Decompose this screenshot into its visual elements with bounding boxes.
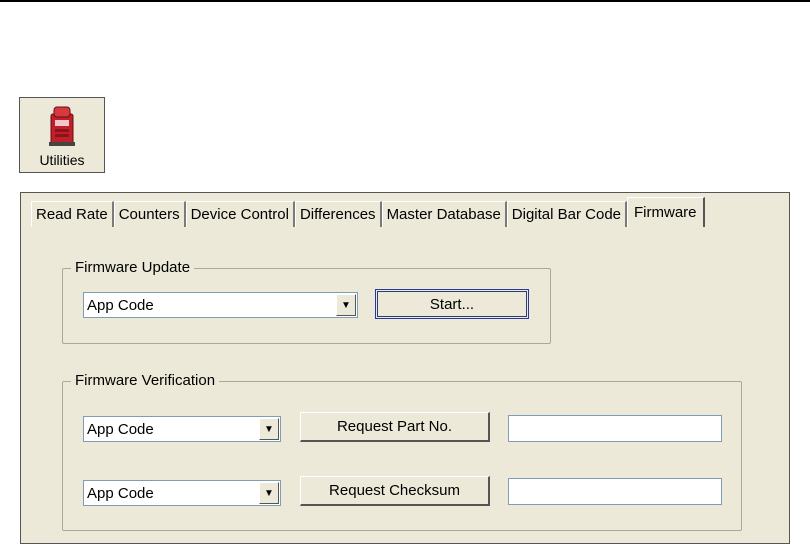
- firmware-verification-group: Firmware Verification: [62, 372, 742, 531]
- checksum-combo[interactable]: App Code ▼: [83, 480, 281, 506]
- tab-counters[interactable]: Counters: [113, 201, 186, 227]
- firmware-verification-title: Firmware Verification: [71, 372, 220, 389]
- tab-read-rate[interactable]: Read Rate: [31, 201, 114, 227]
- part-number-result-field[interactable]: [508, 415, 722, 442]
- chevron-down-icon[interactable]: ▼: [336, 294, 356, 316]
- tab-digital-bar-code[interactable]: Digital Bar Code: [506, 201, 628, 227]
- start-button[interactable]: Start...: [375, 289, 529, 319]
- part-number-combo-value: App Code: [87, 420, 154, 438]
- firmware-update-combo-value: App Code: [87, 296, 154, 314]
- firmware-update-combo[interactable]: App Code ▼: [83, 292, 358, 318]
- tab-master-database[interactable]: Master Database: [381, 201, 507, 227]
- utilities-panel: Read Rate Counters Device Control Differ…: [20, 192, 790, 544]
- part-number-combo[interactable]: App Code ▼: [83, 416, 281, 442]
- request-checksum-button[interactable]: Request Checksum: [300, 476, 490, 506]
- firmware-update-title: Firmware Update: [71, 259, 195, 276]
- chevron-down-icon[interactable]: ▼: [259, 482, 279, 504]
- checksum-result-field[interactable]: [508, 478, 722, 505]
- tab-differences[interactable]: Differences: [294, 201, 382, 227]
- utilities-button[interactable]: Utilities: [19, 97, 105, 173]
- utilities-icon: [49, 106, 75, 146]
- tab-firmware[interactable]: Firmware: [627, 197, 705, 227]
- chevron-down-icon[interactable]: ▼: [259, 418, 279, 440]
- top-divider: [0, 0, 810, 2]
- request-part-number-button[interactable]: Request Part No.: [300, 412, 490, 442]
- checksum-combo-value: App Code: [87, 484, 154, 502]
- utilities-label: Utilities: [39, 152, 85, 168]
- tab-strip: Read Rate Counters Device Control Differ…: [31, 197, 705, 227]
- tab-device-control[interactable]: Device Control: [185, 201, 295, 227]
